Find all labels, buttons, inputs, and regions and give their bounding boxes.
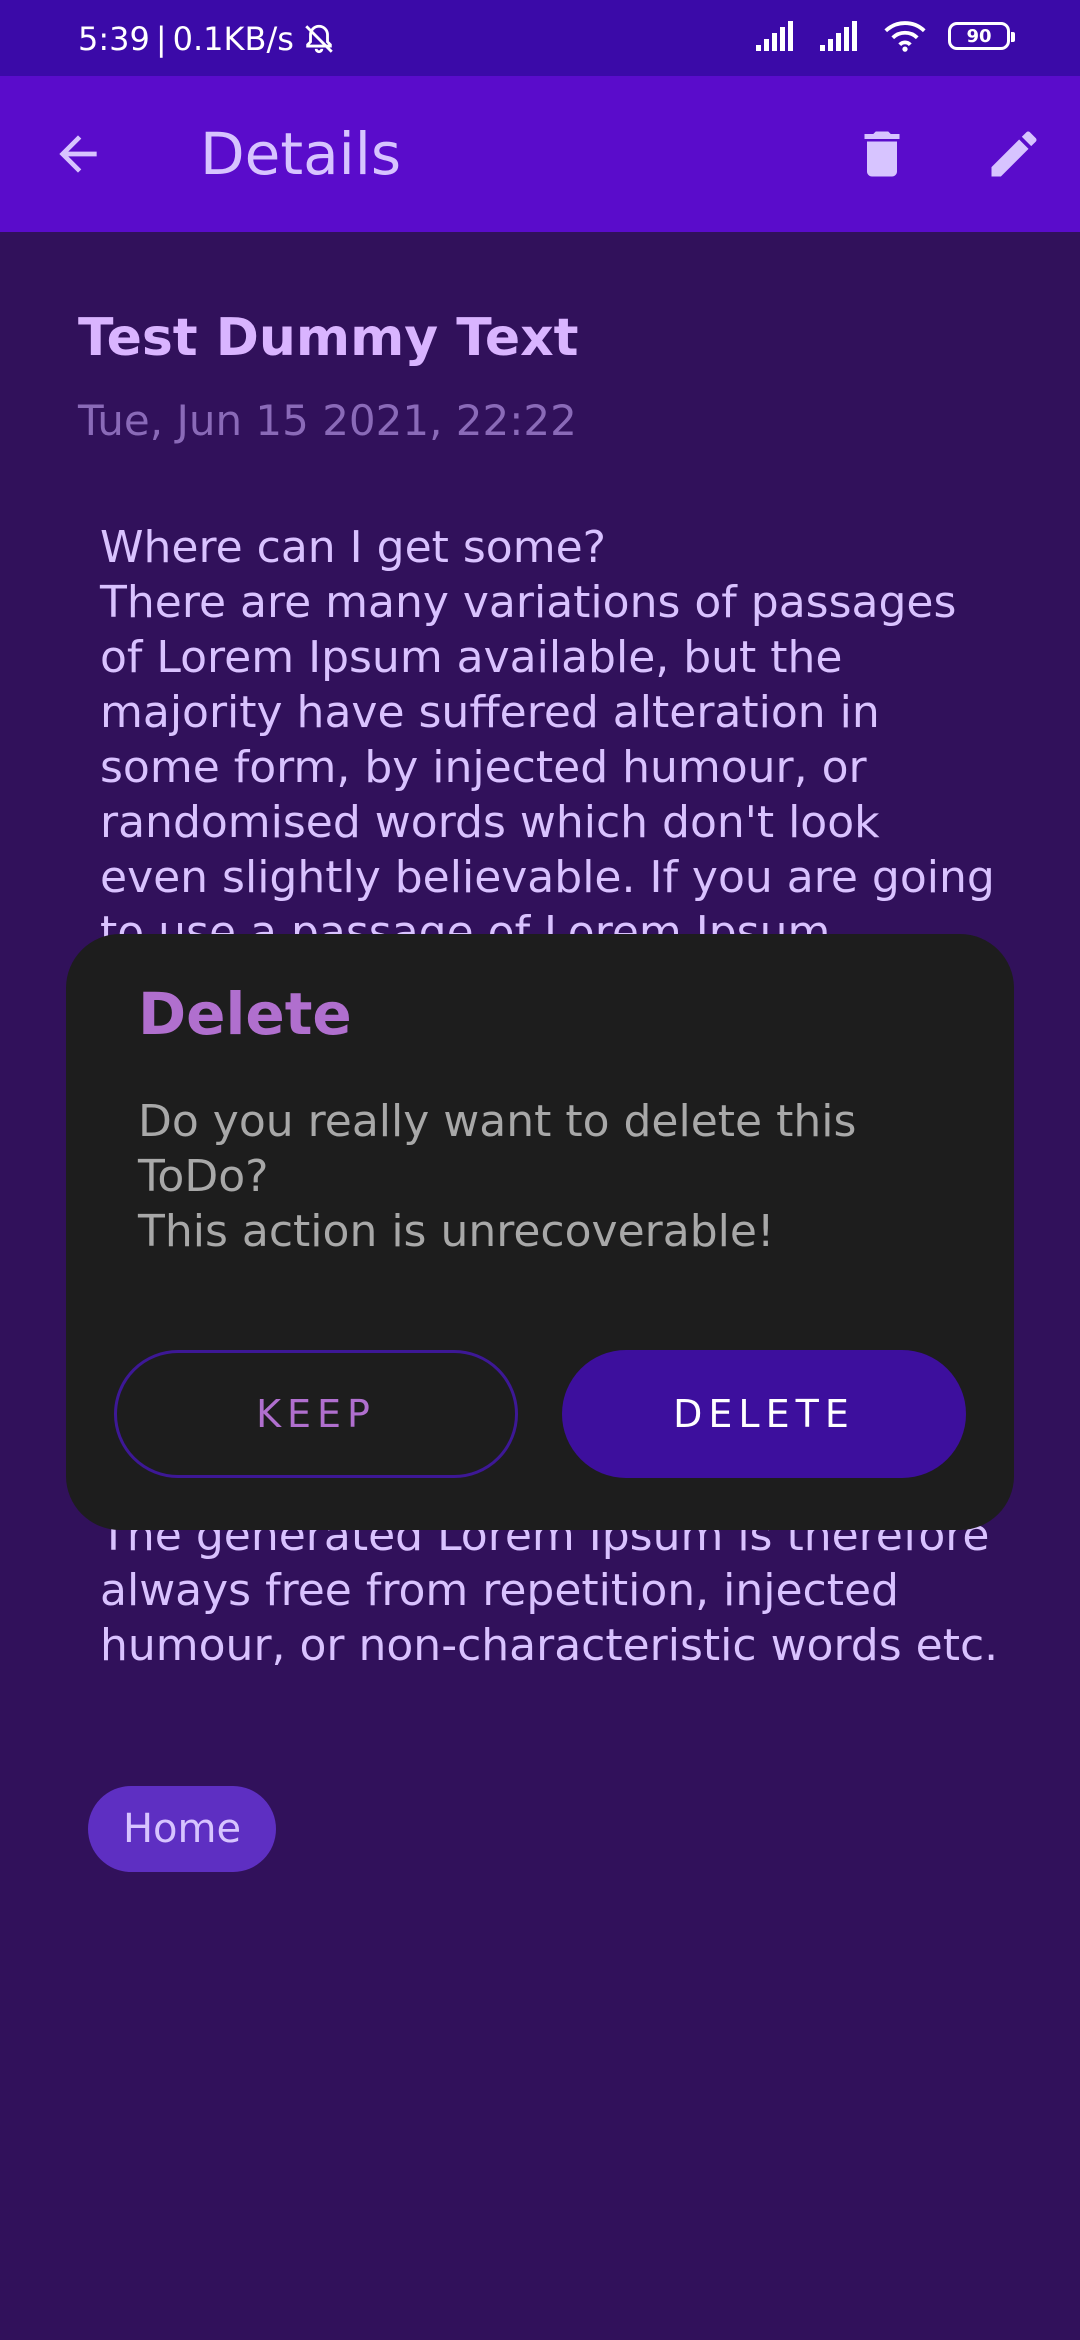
battery-icon: 90 [948, 22, 1015, 50]
note-title: Test Dummy Text [78, 308, 579, 368]
keep-button[interactable]: KEEP [114, 1350, 518, 1478]
pencil-icon[interactable] [984, 124, 1044, 184]
status-left: 5:39 | 0.1KB/s [78, 22, 336, 56]
status-separator: | [155, 20, 167, 58]
signal-icon-2 [820, 21, 857, 51]
dialog-message: Do you really want to delete this ToDo? … [138, 1096, 857, 1257]
note-body-continued: The generated Lorem Ipsum is therefore a… [100, 1510, 999, 1671]
delete-dialog: Delete Do you really want to delete this… [66, 934, 1014, 1530]
status-net-speed: 0.1KB/s [172, 20, 294, 58]
app-bar: Details [0, 76, 1080, 232]
status-bar: 5:39 | 0.1KB/s 90 [0, 0, 1080, 76]
arrow-back-icon[interactable] [50, 126, 106, 182]
note-date: Tue, Jun 15 2021, 22:22 [78, 396, 577, 445]
category-chip[interactable]: Home [88, 1786, 276, 1872]
signal-icon [756, 21, 793, 51]
page-title: Details [200, 120, 402, 188]
dialog-title: Delete [138, 980, 352, 1048]
trash-icon[interactable] [852, 124, 912, 184]
delete-button[interactable]: DELETE [562, 1350, 966, 1478]
bell-off-icon [305, 24, 333, 54]
status-right: 90 [756, 20, 1015, 52]
status-time: 5:39 [78, 20, 150, 58]
note-body: Where can I get some? There are many var… [100, 522, 995, 958]
wifi-icon [884, 21, 926, 52]
battery-level: 90 [966, 25, 992, 47]
